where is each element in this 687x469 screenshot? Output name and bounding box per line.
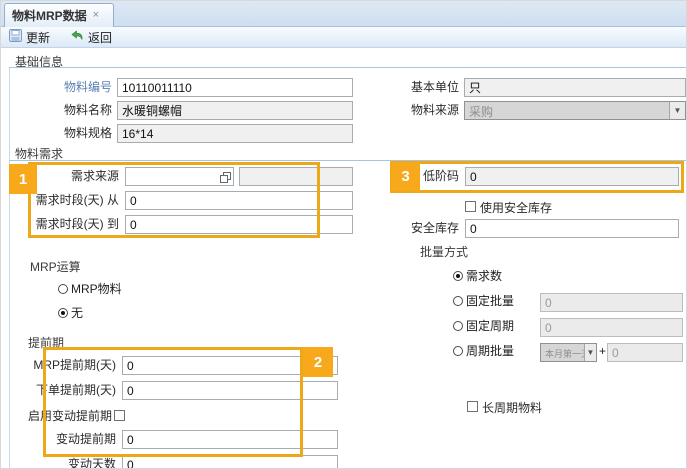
plus-sign: + <box>599 345 606 359</box>
save-icon <box>9 29 22 45</box>
radio-mrp-material-label: MRP物料 <box>71 283 122 297</box>
section-batch-method: 批量方式 <box>420 243 468 260</box>
back-arrow-icon <box>70 30 84 45</box>
order-lead-field[interactable] <box>122 381 338 400</box>
back-button[interactable]: 返回 <box>66 28 116 47</box>
fixed-batch-field <box>540 293 683 312</box>
variable-days-label: 变动天数 <box>11 455 116 469</box>
radio-fixed-batch[interactable] <box>453 296 463 306</box>
radio-mrp-material[interactable] <box>58 284 68 294</box>
fixed-cycle-field <box>540 318 683 337</box>
tab-title: 物料MRP数据 <box>12 7 87 24</box>
annotation-badge-2: 2 <box>303 347 333 377</box>
radio-fixed-cycle[interactable] <box>453 321 463 331</box>
material-no-label: 物料编号 <box>14 78 112 97</box>
base-unit-field <box>464 78 686 97</box>
group-left-border <box>9 67 10 469</box>
section-mrp-calc: MRP运算 <box>30 258 81 275</box>
cycle-batch-select-value: 本月第一天 <box>541 344 584 361</box>
material-name-label: 物料名称 <box>14 101 112 120</box>
back-label: 返回 <box>88 29 112 46</box>
demand-source-field[interactable] <box>125 167 234 186</box>
variable-lead-label: 变动提前期 <box>11 430 116 449</box>
update-label: 更新 <box>26 29 50 46</box>
tab-bar: 物料MRP数据 × <box>1 1 687 27</box>
order-lead-label: 下单提前期(天) <box>11 381 116 400</box>
demand-source-ref-field <box>239 167 353 186</box>
use-safety-stock-checkbox[interactable] <box>465 201 476 212</box>
material-source-value: 采购 <box>465 102 669 119</box>
material-spec-field <box>117 124 353 143</box>
section-demand-divider <box>9 160 687 161</box>
mrp-data-window: 物料MRP数据 × 更新 返回 基础信息 物料编号 物料名称 物料规格 基本单位… <box>0 0 687 469</box>
radio-fixed-batch-label: 固定批量 <box>466 295 514 309</box>
section-lead-time: 提前期 <box>28 334 64 351</box>
low-level-code-field <box>465 167 679 186</box>
radio-mrp-none-label: 无 <box>71 307 83 321</box>
period-to-label: 需求时段(天) 到 <box>11 215 119 234</box>
tab-material-mrp[interactable]: 物料MRP数据 × <box>4 3 114 27</box>
safety-stock-label: 安全库存 <box>396 219 459 238</box>
long-cycle-label: 长周期物料 <box>482 399 582 418</box>
material-name-field <box>117 101 353 120</box>
chevron-down-icon: ▼ <box>669 102 685 119</box>
safety-stock-field[interactable] <box>465 219 679 238</box>
close-icon[interactable]: × <box>93 10 99 21</box>
section-basic-divider <box>9 67 687 68</box>
annotation-badge-3: 3 <box>391 162 420 191</box>
material-source-select: 采购 ▼ <box>464 101 686 120</box>
material-spec-label: 物料规格 <box>14 124 112 143</box>
base-unit-label: 基本单位 <box>369 78 459 97</box>
toolbar: 更新 返回 <box>1 27 687 48</box>
chevron-down-icon: ▼ <box>584 344 596 361</box>
radio-cycle-batch-label: 周期批量 <box>466 345 514 359</box>
cycle-batch-select: 本月第一天 ▼ <box>540 343 597 362</box>
lookup-icon[interactable] <box>220 171 231 188</box>
material-no-field[interactable] <box>117 78 353 97</box>
radio-demand-qty-label: 需求数 <box>466 270 502 284</box>
use-safety-stock-label: 使用安全库存 <box>480 199 590 218</box>
mrp-lead-label: MRP提前期(天) <box>11 356 116 375</box>
enable-variable-lead-label: 启用变动提前期 <box>28 407 114 426</box>
long-cycle-checkbox[interactable] <box>467 401 478 412</box>
annotation-badge-1: 1 <box>9 164 37 194</box>
cycle-batch-value-field <box>607 343 683 362</box>
update-button[interactable]: 更新 <box>5 28 54 47</box>
radio-demand-qty[interactable] <box>453 271 463 281</box>
radio-fixed-cycle-label: 固定周期 <box>466 320 514 334</box>
period-to-field[interactable] <box>125 215 353 234</box>
period-from-field[interactable] <box>125 191 353 210</box>
radio-cycle-batch[interactable] <box>453 346 463 356</box>
enable-variable-lead-checkbox[interactable] <box>114 410 125 421</box>
variable-days-field[interactable] <box>122 455 338 469</box>
material-source-label: 物料来源 <box>369 101 459 120</box>
radio-mrp-none[interactable] <box>58 308 68 318</box>
variable-lead-field[interactable] <box>122 430 338 449</box>
